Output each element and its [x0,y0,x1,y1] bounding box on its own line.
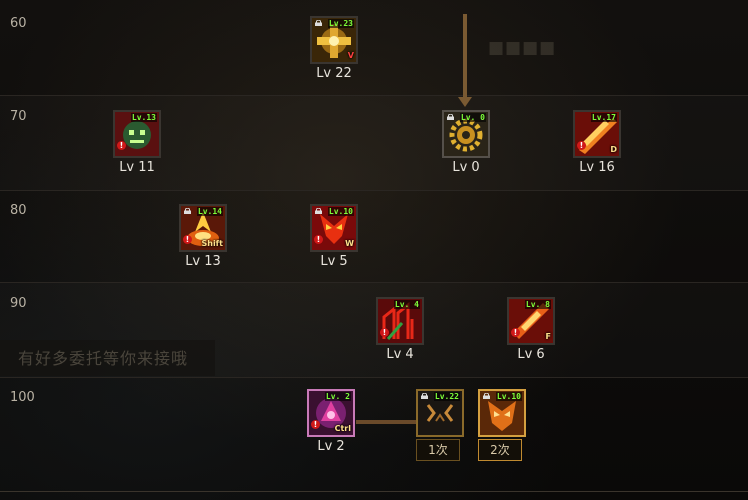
skill-tree-panel: ■■■■ 有好多委托等你来接哦 60 70 80 90 100 Lv.23 V … [0,0,748,500]
skill-level-badge: Lv.23 [327,19,354,28]
awakening-skill-slot[interactable]: Lv.10 2次 [478,389,526,461]
skill-icon[interactable]: Lv. 4 ! [376,297,424,345]
skill-level-text: Lv 16 [579,160,615,175]
warning-icon: ! [380,328,389,337]
watermark-text: 有好多委托等你来接哦 [18,349,189,368]
row-band-60 [0,0,748,95]
awakening-skill-slot[interactable]: Lv.22 1次 [416,389,464,461]
skill-level-badge: Lv.10 [495,392,522,401]
skill-level-badge: Lv. 2 [324,392,351,401]
awakening-count: 2次 [478,439,522,461]
hotkey-label: F [545,332,551,341]
skill-slot[interactable]: Lv. 0 Lv 0 [442,110,490,175]
skill-icon[interactable]: Lv.10 ! W [310,204,358,252]
prerequisite-connector [463,14,467,98]
skill-icon[interactable]: Lv.23 V [310,16,358,64]
row-divider [0,190,748,191]
connector-arrow [458,97,472,107]
warning-icon: ! [311,420,320,429]
skill-level-badge: Lv.10 [327,207,354,216]
skill-level-badge: Lv.13 [130,113,157,122]
warning-icon: ! [183,235,192,244]
row-band-100 [0,377,748,490]
skill-icon[interactable]: Lv.17 ! D [573,110,621,158]
lock-icon [447,114,454,120]
skill-level-badge: Lv.22 [433,392,460,401]
row-divider [0,377,748,378]
background-art: ■■■■ [488,38,557,58]
awakening-count: 1次 [416,439,460,461]
skill-level-text: Lv 13 [185,254,221,269]
level-label-100: 100 [10,390,35,405]
hotkey-label: W [345,239,354,248]
skill-level-text: Lv 2 [317,439,345,454]
skill-icon[interactable]: Lv.22 [416,389,464,437]
skill-slot[interactable]: Lv.10 ! W Lv 5 [310,204,358,269]
hotkey-label: Shift [201,239,223,248]
skill-icon[interactable]: Lv.10 [478,389,526,437]
level-label-80: 80 [10,203,27,218]
skill-icon[interactable]: Lv. 0 [442,110,490,158]
skill-icon[interactable]: Lv.14 ! Shift [179,204,227,252]
skill-slot[interactable]: Lv. 2 ! Ctrl Lv 2 [307,389,355,454]
skill-level-text: Lv 11 [119,160,155,175]
skill-level-text: Lv 0 [452,160,480,175]
skill-level-text: Lv 6 [517,347,545,362]
skill-level-badge: Lv.14 [196,207,223,216]
level-label-70: 70 [10,109,27,124]
level-label-60: 60 [10,16,27,31]
warning-icon: ! [314,235,323,244]
skill-slot[interactable]: Lv.14 ! Shift Lv 13 [179,204,227,269]
hotkey-label: V [347,51,354,60]
skill-level-badge: Lv. 8 [524,300,551,309]
skill-level-badge: Lv.17 [590,113,617,122]
skill-level-badge: Lv. 4 [393,300,420,309]
skill-icon[interactable]: Lv.13 ! [113,110,161,158]
lock-icon [483,393,490,399]
row-band-80 [0,190,748,282]
skill-icon[interactable]: Lv. 8 ! F [507,297,555,345]
lock-icon [315,208,322,214]
skill-slot[interactable]: Lv. 4 ! Lv 4 [376,297,424,362]
bottom-divider [0,491,748,492]
warning-icon: ! [577,141,586,150]
skill-level-text: Lv 22 [316,66,352,81]
skill-level-text: Lv 4 [386,347,414,362]
level-label-90: 90 [10,296,27,311]
lock-icon [421,393,428,399]
skill-slot[interactable]: Lv.13 ! Lv 11 [113,110,161,175]
skill-slot[interactable]: Lv. 8 ! F Lv 6 [507,297,555,362]
skill-icon[interactable]: Lv. 2 ! Ctrl [307,389,355,437]
lock-icon [315,20,322,26]
warning-icon: ! [117,141,126,150]
lock-icon [184,208,191,214]
skill-level-badge: Lv. 0 [459,113,486,122]
awakening-connector [356,420,418,424]
row-divider [0,282,748,283]
warning-icon: ! [511,328,520,337]
row-divider [0,95,748,96]
skill-level-text: Lv 5 [320,254,348,269]
hotkey-label: D [610,145,617,154]
skill-slot[interactable]: Lv.17 ! D Lv 16 [573,110,621,175]
skill-slot[interactable]: Lv.23 V Lv 22 [310,16,358,81]
hotkey-label: Ctrl [334,424,351,433]
